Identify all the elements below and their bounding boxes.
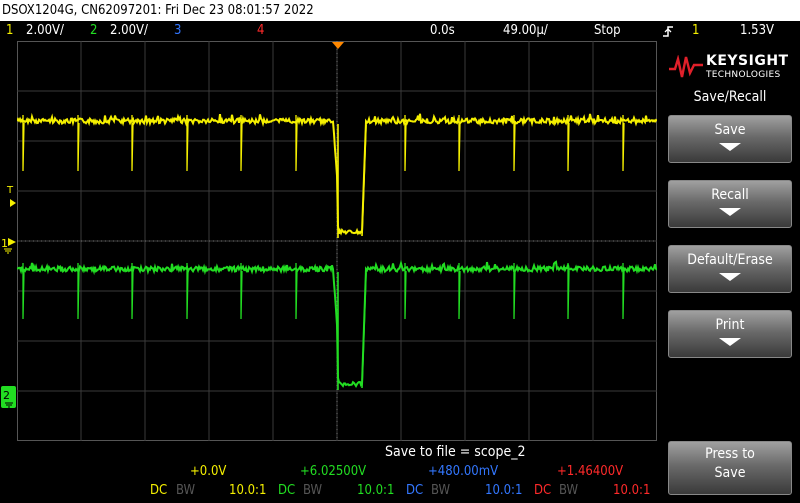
ch2-trace-glitch [22, 263, 25, 320]
ch2-trace-glitch [567, 263, 570, 320]
ch4-probe: 10.0:1 [613, 483, 651, 498]
ch2-trace-glitch [131, 263, 134, 320]
print-button[interactable]: Print [668, 310, 792, 358]
trigger-edge-icon [663, 26, 673, 37]
keysight-wave-logo [669, 55, 703, 78]
chevron-down-icon [719, 143, 741, 151]
ch1-trace-glitch [622, 115, 625, 172]
trigger-level[interactable]: 1.53V [740, 21, 774, 41]
ch2-probe: 10.0:1 [357, 483, 395, 498]
chevron-down-icon [719, 273, 741, 281]
ch1-trace-glitch [131, 115, 134, 172]
ch3-bw: BW [431, 483, 451, 498]
chevron-down-icon [719, 338, 741, 346]
ch3-number[interactable]: 3 [174, 21, 181, 41]
time-scale[interactable]: 49.00µ/ [503, 21, 548, 41]
save-button-label: Save [714, 122, 746, 138]
trigger-level-marker-label: T [6, 185, 14, 196]
ch1-trace-glitch [22, 115, 25, 172]
softkey-panel: KEYSIGHT TECHNOLOGIES Save/Recall Save R… [660, 41, 800, 503]
ch3-coupling: DC [406, 483, 424, 498]
ch2-trace-glitch [240, 263, 243, 320]
trigger-source[interactable]: 1 [692, 21, 699, 41]
brand-logo: KEYSIGHT TECHNOLOGIES [668, 49, 792, 83]
time-delay[interactable]: 0.0s [430, 21, 455, 41]
title-text: DSOX1204G, CN62097201: Fri Dec 23 08:01:… [2, 3, 314, 18]
ch1-bw: BW [176, 483, 196, 498]
ch4-number[interactable]: 4 [257, 21, 264, 41]
press-to-save-line2: Save [714, 465, 746, 481]
ch2-trace-glitch [404, 263, 407, 320]
save-button[interactable]: Save [668, 115, 792, 163]
ch1-scale[interactable]: 2.00V/ [26, 21, 64, 41]
ch1-trace-glitch [458, 115, 461, 172]
ch2-trace-glitch [458, 263, 461, 320]
ch4-bw: BW [559, 483, 579, 498]
ch1-trace-glitch [186, 115, 189, 172]
ch2-bw: BW [303, 483, 323, 498]
status-bar: 1 2.00V/ 2 2.00V/ 3 4 0.0s 49.00µ/ Stop … [0, 21, 800, 41]
ch1-trace-glitch [567, 115, 570, 172]
channel-markers: T 1 2 [1, 185, 16, 408]
ch1-marker-label: 1 [1, 237, 8, 250]
ch3-offset[interactable]: +480.00mV [428, 464, 498, 479]
run-state[interactable]: Stop [594, 21, 621, 41]
waveform-grid [16, 41, 658, 441]
ch1-offset[interactable]: +0.0V [190, 464, 226, 479]
ch1-trace-glitch [513, 115, 516, 172]
ch2-scale[interactable]: 2.00V/ [110, 21, 148, 41]
trigger-level-marker[interactable] [10, 199, 16, 207]
ch1-trace-rise-edge [361, 124, 367, 237]
recall-button[interactable]: Recall [668, 180, 792, 228]
print-button-label: Print [715, 317, 745, 333]
ch2-trace-rise-edge [361, 272, 367, 389]
ch1-coupling: DC [150, 483, 168, 498]
status-message: Save to file = scope_2 [385, 444, 526, 460]
ch1-probe: 10.0:1 [229, 483, 267, 498]
ch2-number[interactable]: 2 [90, 21, 97, 41]
ch3-probe: 10.0:1 [485, 483, 523, 498]
press-to-save-button[interactable]: Press to Save [668, 441, 792, 495]
ch1-trace-glitch [240, 115, 243, 172]
ch4-offset[interactable]: +1.46400V [557, 464, 623, 479]
ch2-trace-glitch [77, 263, 80, 320]
ch1-trace-glitch [295, 115, 298, 172]
ch1-ground-marker[interactable] [8, 238, 16, 246]
menu-title: Save/Recall [693, 89, 767, 105]
brand-name: KEYSIGHT [706, 53, 789, 69]
brand-sub: TECHNOLOGIES [706, 70, 781, 80]
ch2-trace-glitch [513, 263, 516, 320]
waveform-display[interactable] [16, 41, 658, 441]
ch2-trace-glitch [622, 263, 625, 320]
press-to-save-line1: Press to [705, 446, 755, 462]
ch1-number[interactable]: 1 [6, 21, 13, 41]
default-erase-button-label: Default/Erase [687, 252, 773, 268]
ch1-trace-glitch [404, 115, 407, 172]
chevron-down-icon [719, 208, 741, 216]
ch2-trace-glitch [186, 263, 189, 320]
ch2-coupling: DC [278, 483, 296, 498]
ch2-marker-label: 2 [3, 389, 10, 402]
recall-button-label: Recall [711, 187, 749, 203]
channel-info-bar: Save to file = scope_2 +0.0V +6.02500V +… [0, 441, 660, 503]
title-bar: DSOX1204G, CN62097201: Fri Dec 23 08:01:… [0, 0, 800, 21]
ch4-coupling: DC [534, 483, 552, 498]
ch1-trace-glitch [77, 115, 80, 172]
ch2-trace-glitch [295, 263, 298, 320]
trigger-position-marker[interactable] [331, 41, 345, 51]
default-erase-button[interactable]: Default/Erase [668, 245, 792, 293]
ch2-offset[interactable]: +6.02500V [300, 464, 366, 479]
